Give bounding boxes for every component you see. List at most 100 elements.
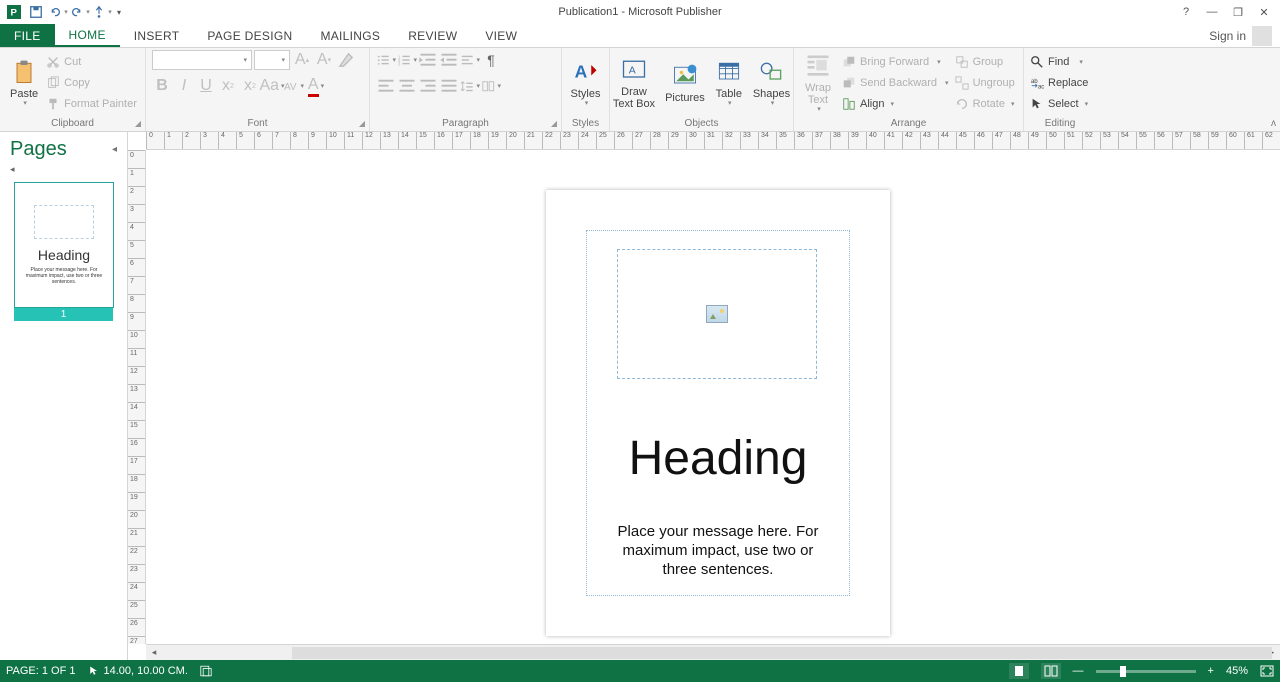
tab-view[interactable]: VIEW	[471, 24, 531, 47]
find-button[interactable]: Find▾	[1030, 52, 1088, 72]
char-spacing-icon[interactable]: AV▾	[284, 76, 304, 96]
numbering-icon[interactable]: 123▾	[397, 50, 417, 70]
svg-text:ac: ac	[1038, 83, 1044, 90]
scroll-thumb[interactable]	[292, 647, 1272, 659]
view-two-page-icon[interactable]	[1041, 663, 1061, 679]
qat-customize-icon[interactable]: ▾	[114, 2, 124, 22]
paragraph-launcher-icon[interactable]: ◢	[549, 119, 559, 129]
group-paragraph: ▾ 123▾ ▾ ¶ ▾ ▾ Paragraph◢	[370, 48, 562, 131]
align-left-icon[interactable]	[376, 76, 396, 96]
vertical-ruler[interactable]: 0123456789101112131415161718192021222324…	[128, 150, 146, 644]
scroll-left-icon[interactable]: ◂	[146, 647, 162, 658]
picture-placeholder[interactable]	[617, 249, 817, 379]
close-button[interactable]: ✕	[1252, 2, 1276, 22]
rotate-button[interactable]: Rotate▾	[955, 94, 1015, 114]
tab-review[interactable]: REVIEW	[394, 24, 471, 47]
replace-button[interactable]: abacReplace	[1030, 73, 1088, 93]
redo-icon[interactable]: ▾	[70, 2, 90, 22]
ribbon-tabs: FILE HOME INSERT PAGE DESIGN MAILINGS RE…	[0, 24, 1280, 48]
group-button[interactable]: Group	[955, 52, 1015, 72]
tab-mailings[interactable]: MAILINGS	[306, 24, 394, 47]
select-button[interactable]: Select▾	[1030, 94, 1088, 114]
canvas[interactable]: Heading Place your message here. For max…	[146, 150, 1280, 644]
pages-title: Pages	[10, 138, 67, 161]
superscript-icon[interactable]: x2	[240, 76, 260, 96]
grow-font-icon[interactable]: A▴	[292, 50, 312, 70]
doc-heading[interactable]: Heading	[587, 431, 849, 486]
signin-area[interactable]: Sign in	[1209, 24, 1280, 47]
pictures-button[interactable]: Pictures	[661, 60, 709, 106]
fit-page-icon[interactable]	[1260, 665, 1274, 677]
app-icon[interactable]: P	[4, 2, 24, 22]
subscript-icon[interactable]: x2	[218, 76, 238, 96]
status-coords: 14.00, 10.00 CM.	[88, 665, 188, 677]
status-page-size-icon[interactable]	[200, 665, 216, 677]
avatar-icon	[1252, 26, 1272, 46]
format-painter-button[interactable]: Format Painter	[46, 94, 137, 114]
page[interactable]: Heading Place your message here. For max…	[546, 190, 890, 636]
font-family-select[interactable]: ▾	[152, 50, 252, 70]
bold-icon[interactable]: B	[152, 76, 172, 96]
draw-text-box-button[interactable]: ADraw Text Box	[609, 54, 659, 112]
shapes-button[interactable]: Shapes▾	[749, 56, 794, 110]
clear-formatting-icon[interactable]	[336, 50, 356, 70]
cut-button[interactable]: Cut	[46, 52, 137, 72]
tab-insert[interactable]: INSERT	[120, 24, 194, 47]
pilcrow-icon[interactable]: ¶	[481, 50, 501, 70]
ltr-icon[interactable]: ▾	[460, 50, 480, 70]
tab-page-design[interactable]: PAGE DESIGN	[193, 24, 306, 47]
status-page[interactable]: PAGE: 1 OF 1	[6, 665, 76, 677]
view-single-icon[interactable]	[1009, 663, 1029, 679]
picture-icon	[706, 305, 728, 323]
change-case-icon[interactable]: Aa▾	[262, 76, 282, 96]
paste-button[interactable]: Paste ▾	[6, 56, 42, 110]
bring-forward-button[interactable]: Bring Forward▾	[842, 52, 949, 72]
wrap-text-button[interactable]: Wrap Text▾	[800, 50, 836, 116]
send-backward-button[interactable]: Send Backward▾	[842, 73, 949, 93]
save-icon[interactable]	[26, 2, 46, 22]
doc-body[interactable]: Place your message here. For maximum imp…	[617, 523, 819, 579]
pages-collapse-icon[interactable]: ◂	[112, 144, 117, 155]
increase-indent-icon[interactable]	[439, 50, 459, 70]
zoom-knob[interactable]	[1120, 666, 1126, 677]
group-font: ▾ ▾ A▴ A▾ B I U x2 x2 Aa▾ AV▾ A▾ Font◢	[146, 48, 370, 131]
content-frame[interactable]: Heading Place your message here. For max…	[586, 230, 850, 596]
bullets-icon[interactable]: ▾	[376, 50, 396, 70]
shrink-font-icon[interactable]: A▾	[314, 50, 334, 70]
styles-button[interactable]: A Styles▾	[567, 56, 605, 110]
font-color-icon[interactable]: A▾	[306, 76, 326, 96]
undo-icon[interactable]: ▾	[48, 2, 68, 22]
zoom-pct[interactable]: 45%	[1226, 665, 1248, 677]
italic-icon[interactable]: I	[174, 76, 194, 96]
ungroup-button[interactable]: Ungroup	[955, 73, 1015, 93]
decrease-indent-icon[interactable]	[418, 50, 438, 70]
ribbon: Paste ▾ Cut Copy Format Painter Clipboar…	[0, 48, 1280, 132]
zoom-slider[interactable]	[1096, 670, 1196, 673]
align-right-icon[interactable]	[418, 76, 438, 96]
align-center-icon[interactable]	[397, 76, 417, 96]
help-button[interactable]: ?	[1174, 2, 1198, 22]
zoom-out-button[interactable]: —	[1073, 665, 1084, 677]
tab-home[interactable]: HOME	[55, 24, 120, 47]
line-spacing-icon[interactable]: ▾	[460, 76, 480, 96]
zoom-in-button[interactable]: +	[1208, 665, 1214, 677]
svg-text:AV: AV	[284, 82, 297, 93]
minimize-button[interactable]: —	[1200, 2, 1224, 22]
horizontal-scrollbar[interactable]: ◂ ▸	[146, 644, 1280, 660]
table-button[interactable]: Table▾	[711, 56, 747, 110]
copy-button[interactable]: Copy	[46, 73, 137, 93]
touch-mode-icon[interactable]: ▾	[92, 2, 112, 22]
page-thumbnail[interactable]: Heading Place your message here. For max…	[14, 182, 113, 321]
justify-icon[interactable]	[439, 76, 459, 96]
underline-icon[interactable]: U	[196, 76, 216, 96]
font-launcher-icon[interactable]: ◢	[357, 119, 367, 129]
align-button[interactable]: Align▾	[842, 94, 949, 114]
tab-file[interactable]: FILE	[0, 24, 55, 47]
pages-prev-icon[interactable]: ◂	[0, 163, 127, 176]
restore-button[interactable]: ❐	[1226, 2, 1250, 22]
clipboard-launcher-icon[interactable]: ◢	[133, 119, 143, 129]
horizontal-ruler[interactable]: 0123456789101112131415161718192021222324…	[146, 132, 1280, 150]
font-size-select[interactable]: ▾	[254, 50, 290, 70]
columns-icon[interactable]: ▾	[481, 76, 501, 96]
collapse-ribbon-icon[interactable]: ʌ	[1271, 118, 1276, 129]
